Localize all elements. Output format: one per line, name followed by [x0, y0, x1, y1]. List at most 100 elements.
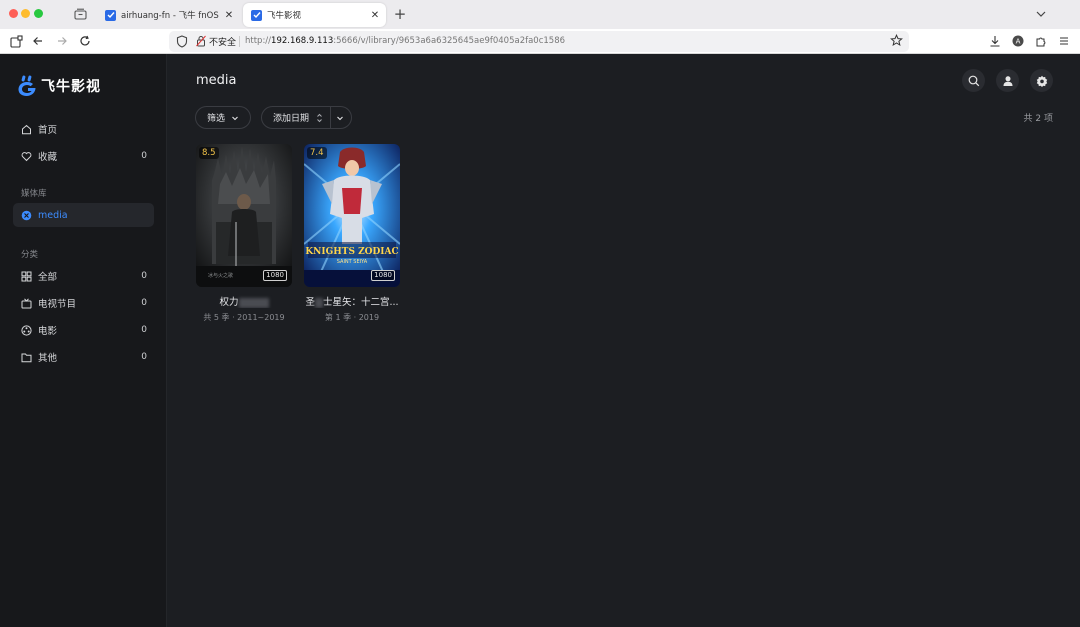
feiniu-logo-icon — [18, 75, 36, 96]
new-tab-button[interactable]: + — [392, 6, 408, 22]
tab-close-icon[interactable]: ✕ — [368, 8, 382, 22]
media-title-prefix: 圣 — [305, 297, 315, 308]
blurred-text — [314, 297, 323, 308]
nav-item-movies[interactable]: 电影 0 — [13, 318, 154, 342]
svg-text:KNIGHTS ZODIAC: KNIGHTS ZODIAC — [305, 247, 398, 257]
blurred-text — [238, 297, 269, 308]
library-section-label: 媒体库 — [21, 189, 47, 199]
item-count: 共 2 项 — [1023, 114, 1053, 124]
sort-divider — [330, 107, 331, 128]
nav-item-label: 电视节目 — [38, 299, 77, 310]
main-content: media 筛选 添加日期 共 2 项 冰与火之歌 8.5 1080 权力 共 … — [168, 54, 1080, 627]
film-reel-icon — [21, 324, 32, 336]
fnos-favicon-icon — [105, 9, 116, 21]
tab-overview-icon[interactable] — [74, 8, 87, 20]
back-arrow-icon[interactable] — [31, 34, 45, 48]
folder-icon — [21, 352, 32, 363]
nav-item-count: 0 — [141, 352, 147, 362]
nav-item-label: 收藏 — [38, 152, 58, 163]
nav-item-label: 首页 — [38, 125, 58, 136]
nav-item-label: 其他 — [38, 353, 58, 364]
window-close-button[interactable] — [9, 9, 18, 18]
media-title-text: 士星矢：十二宫... — [322, 297, 399, 308]
nav-item-label: 全部 — [38, 272, 58, 283]
user-icon — [1003, 75, 1012, 86]
heart-icon — [21, 151, 32, 162]
sort-label: 添加日期 — [273, 114, 310, 124]
media-subtitle: 第 1 季 · 2019 — [324, 313, 380, 322]
media-poster[interactable]: 冰与火之歌 8.5 1080 — [196, 144, 292, 287]
tab-label: airhuang-fn - 飞牛 fnOS — [121, 11, 219, 21]
url-separator — [239, 36, 240, 47]
nav-item-count: 0 — [141, 298, 147, 308]
nav-item-library-media[interactable]: media — [13, 203, 154, 227]
sidebar-toggle-icon[interactable] — [9, 34, 23, 48]
media-poster[interactable]: KNIGHTS ZODIAC SAINT SEIYA 7.4 1080 — [304, 144, 400, 287]
media-card[interactable]: 冰与火之歌 8.5 1080 权力 共 5 季 · 2011~2019 — [196, 144, 292, 323]
browser-tab-fnos[interactable]: airhuang-fn - 飞牛 fnOS ✕ — [97, 3, 240, 27]
chevron-down-icon[interactable] — [336, 114, 344, 122]
bookmark-star-icon[interactable] — [890, 34, 903, 47]
window-minimize-button[interactable] — [21, 9, 30, 18]
feiniu-video-app: 飞牛影视 首页 收藏 0 媒体库 media 分类 全部 0 电视节目 0 电影… — [0, 54, 1080, 627]
url-text[interactable]: http://192.168.9.113:5666/v/library/9653… — [245, 36, 565, 46]
download-icon[interactable] — [988, 34, 1002, 48]
quality-badge: 1080 — [371, 270, 395, 281]
nav-item-favorites[interactable]: 收藏 0 — [13, 144, 154, 168]
browser-tab-feiniu-video[interactable]: 飞牛影视 ✕ — [243, 3, 386, 27]
security-label[interactable]: 不安全 — [209, 35, 236, 48]
account-avatar-icon[interactable]: A — [1011, 34, 1025, 48]
nav-item-count: 0 — [141, 151, 147, 161]
feiniu-favicon-icon — [251, 9, 262, 21]
url-scheme: http:// — [245, 36, 272, 46]
tab-label: 飞牛影视 — [267, 11, 302, 21]
grid-icon — [21, 271, 32, 282]
user-button[interactable] — [996, 69, 1019, 92]
nav-item-home[interactable]: 首页 — [13, 117, 154, 141]
address-bar[interactable]: 不安全 http://192.168.9.113:5666/v/library/… — [169, 31, 909, 52]
page-title: media — [196, 73, 237, 88]
nav-item-tv-shows[interactable]: 电视节目 0 — [13, 291, 154, 315]
saint-seiya-poster-image: KNIGHTS ZODIAC SAINT SEIYA — [304, 144, 400, 287]
sort-dropdown[interactable]: 添加日期 — [261, 106, 352, 129]
nav-item-count: 0 — [141, 271, 147, 281]
window-zoom-button[interactable] — [34, 9, 43, 18]
insecure-lock-icon[interactable] — [196, 35, 206, 47]
reload-icon[interactable] — [78, 34, 92, 48]
tab-close-icon[interactable]: ✕ — [222, 8, 236, 22]
nav-item-all[interactable]: 全部 0 — [13, 264, 154, 288]
throne-poster-image: 冰与火之歌 — [196, 144, 292, 287]
home-icon — [21, 124, 32, 135]
svg-text:冰与火之歌: 冰与火之歌 — [208, 272, 233, 279]
chevron-down-icon[interactable] — [1035, 8, 1047, 20]
filter-label: 筛选 — [207, 114, 226, 124]
tv-icon — [21, 297, 32, 309]
extensions-icon[interactable] — [1034, 34, 1048, 48]
chevron-down-icon — [232, 116, 238, 120]
rating-badge: 7.4 — [307, 147, 327, 159]
media-title[interactable]: 权力 — [196, 294, 292, 308]
filter-dropdown[interactable]: 筛选 — [195, 106, 251, 129]
category-section-label: 分类 — [21, 250, 39, 260]
sidebar: 飞牛影视 首页 收藏 0 媒体库 media 分类 全部 0 电视节目 0 电影… — [0, 54, 167, 627]
nav-item-label: 电影 — [38, 326, 58, 337]
media-card[interactable]: KNIGHTS ZODIAC SAINT SEIYA 7.4 1080 圣士星矢… — [304, 144, 400, 323]
forward-arrow-icon[interactable] — [55, 34, 69, 48]
svg-text:A: A — [1016, 38, 1021, 46]
settings-button[interactable] — [1030, 69, 1053, 92]
nav-item-other[interactable]: 其他 0 — [13, 345, 154, 369]
nav-item-count: 0 — [141, 325, 147, 335]
url-host: 192.168.9.113 — [271, 36, 334, 46]
gear-icon — [1036, 75, 1047, 87]
sort-order-icon[interactable] — [316, 113, 323, 123]
shield-icon[interactable] — [176, 35, 188, 48]
url-path: :5666/v/library/9653a6a6325645ae9f0405a2… — [333, 36, 566, 46]
browser-tab-bar: airhuang-fn - 飞牛 fnOS ✕ 飞牛影视 ✕ + — [0, 0, 1080, 29]
quality-badge: 1080 — [263, 270, 287, 281]
browser-toolbar: 不安全 http://192.168.9.113:5666/v/library/… — [0, 29, 1080, 54]
search-button[interactable] — [962, 69, 985, 92]
svg-text:SAINT SEIYA: SAINT SEIYA — [337, 259, 368, 265]
media-title[interactable]: 圣士星矢：十二宫... — [304, 294, 400, 308]
menu-hamburger-icon[interactable] — [1057, 34, 1071, 48]
app-logo[interactable]: 飞牛影视 — [17, 74, 101, 98]
